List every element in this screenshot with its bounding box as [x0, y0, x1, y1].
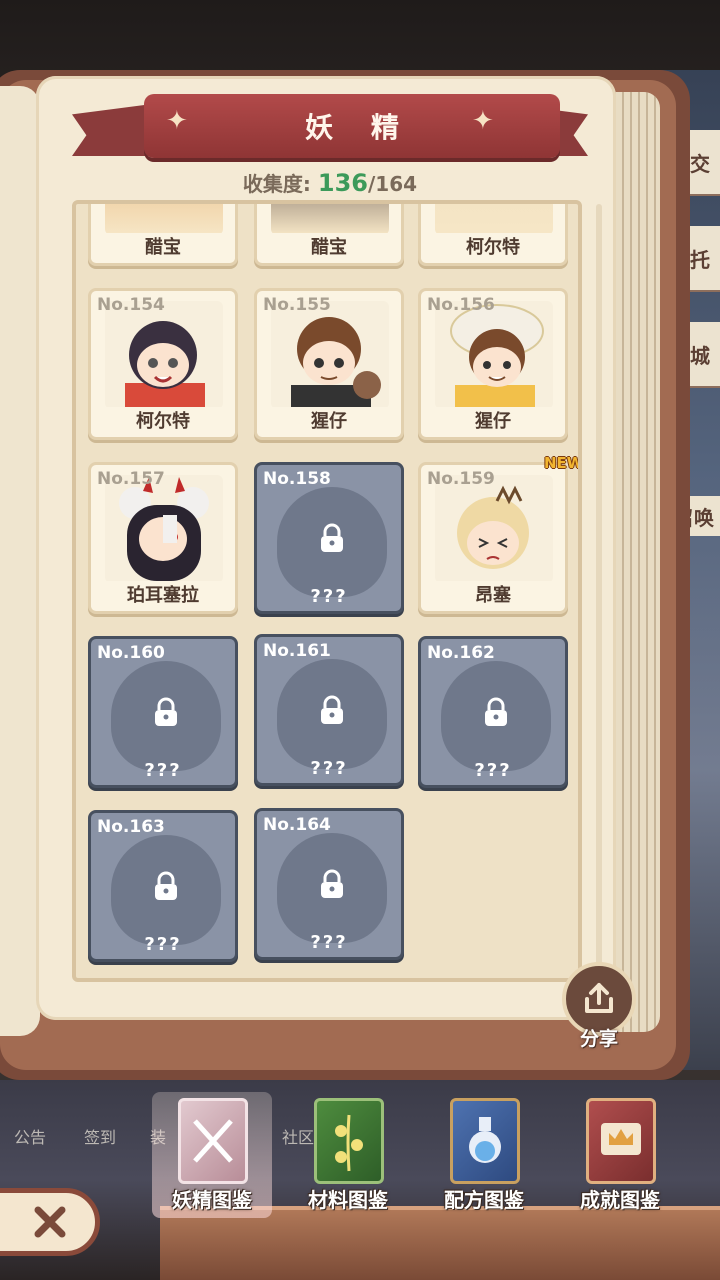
card-name: ???: [144, 760, 182, 781]
share-icon: [585, 983, 613, 1013]
card-partial-1[interactable]: 醋宝: [88, 204, 238, 266]
tab-label: 材料图鉴: [308, 1188, 388, 1212]
scrollbar[interactable]: [596, 204, 602, 974]
tab-material-catalog[interactable]: 材料图鉴: [288, 1092, 408, 1218]
title-ribbon: 妖 精: [144, 94, 560, 158]
card-grid[interactable]: 醋宝 醋宝 柯尔特 No.154 柯尔特 No.155 猩仔 No.156 猩仔…: [72, 200, 582, 982]
character-portrait: [435, 301, 553, 409]
close-button[interactable]: [0, 1188, 100, 1256]
character-portrait: [435, 204, 553, 235]
page-title: 妖 精: [305, 111, 413, 144]
card-name: ???: [310, 758, 348, 779]
material-book-icon: [314, 1098, 384, 1184]
collection-label: 收集度:: [242, 172, 311, 196]
card-number: No.161: [263, 641, 331, 661]
collection-progress: 收集度: 136/164: [0, 168, 660, 197]
card-number: No.154: [97, 295, 165, 315]
card-name: 柯尔特: [91, 407, 235, 433]
card-no156[interactable]: No.156 猩仔: [418, 288, 568, 440]
card-number: No.156: [427, 295, 495, 315]
card-number: No.162: [427, 643, 495, 663]
close-icon: [34, 1206, 66, 1238]
card-name: ???: [310, 586, 348, 607]
card-no164[interactable]: No.164 ???: [254, 808, 404, 960]
lock-icon: [155, 871, 177, 900]
tab-label: 成就图鉴: [580, 1188, 660, 1212]
card-number: No.164: [263, 815, 331, 835]
bg-nav-checkin: 签到: [84, 1128, 117, 1147]
lock-icon: [321, 869, 343, 898]
tab-achievement-catalog[interactable]: 成就图鉴: [560, 1092, 680, 1218]
collection-total: /164: [368, 172, 418, 196]
card-no161[interactable]: No.161 ???: [254, 634, 404, 786]
lock-icon: [485, 697, 507, 726]
card-no158[interactable]: No.158 ???: [254, 462, 404, 614]
card-name: ???: [310, 932, 348, 953]
character-portrait: [271, 301, 389, 409]
tab-fairy-catalog[interactable]: 妖精图鉴: [152, 1092, 272, 1218]
character-portrait: [271, 204, 389, 235]
share-label: 分享: [579, 1028, 618, 1050]
card-name: ???: [474, 760, 512, 781]
card-number: No.157: [97, 469, 165, 489]
card-name: 醋宝: [257, 233, 401, 259]
card-number: No.155: [263, 295, 331, 315]
character-portrait: [105, 204, 223, 235]
card-no160[interactable]: No.160 ???: [88, 636, 238, 788]
fairy-book-icon: [178, 1098, 248, 1184]
tab-label: 妖精图鉴: [172, 1188, 252, 1212]
card-no157[interactable]: No.157 珀耳塞拉: [88, 462, 238, 614]
card-name: 醋宝: [91, 233, 235, 259]
bg-nav-announcement: 公告: [14, 1128, 47, 1147]
card-name: 猩仔: [421, 407, 565, 433]
card-no159[interactable]: No.159 昂塞: [418, 462, 568, 614]
sparkle-icon-left: ✦: [166, 106, 188, 136]
achievement-book-icon: [586, 1098, 656, 1184]
card-no155[interactable]: No.155 猩仔: [254, 288, 404, 440]
lock-icon: [321, 523, 343, 552]
card-number: No.159: [427, 469, 495, 489]
card-name: ???: [144, 934, 182, 955]
card-number: No.163: [97, 817, 165, 837]
card-no163[interactable]: No.163 ???: [88, 810, 238, 962]
character-portrait: [435, 475, 553, 583]
character-portrait: [105, 475, 223, 583]
lock-icon: [155, 697, 177, 726]
card-name: 昂塞: [421, 581, 565, 607]
book-left-page: [0, 86, 40, 1036]
new-badge: NEW: [544, 454, 582, 472]
sparkle-icon-right: ✦: [472, 106, 494, 136]
character-portrait: [105, 301, 223, 409]
card-name: 珀耳塞拉: [91, 581, 235, 607]
collection-current: 136: [317, 169, 368, 197]
card-number: No.160: [97, 643, 165, 663]
lock-icon: [321, 695, 343, 724]
card-no154[interactable]: No.154 柯尔特: [88, 288, 238, 440]
card-partial-3[interactable]: 柯尔特: [418, 204, 568, 266]
card-name: 猩仔: [257, 407, 401, 433]
card-no162[interactable]: No.162 ???: [418, 636, 568, 788]
card-number: No.158: [263, 469, 331, 489]
card-name: 柯尔特: [421, 233, 565, 259]
tab-label: 配方图鉴: [444, 1188, 524, 1212]
card-partial-2[interactable]: 醋宝: [254, 204, 404, 266]
recipe-book-icon: [450, 1098, 520, 1184]
tab-recipe-catalog[interactable]: 配方图鉴: [424, 1092, 544, 1218]
